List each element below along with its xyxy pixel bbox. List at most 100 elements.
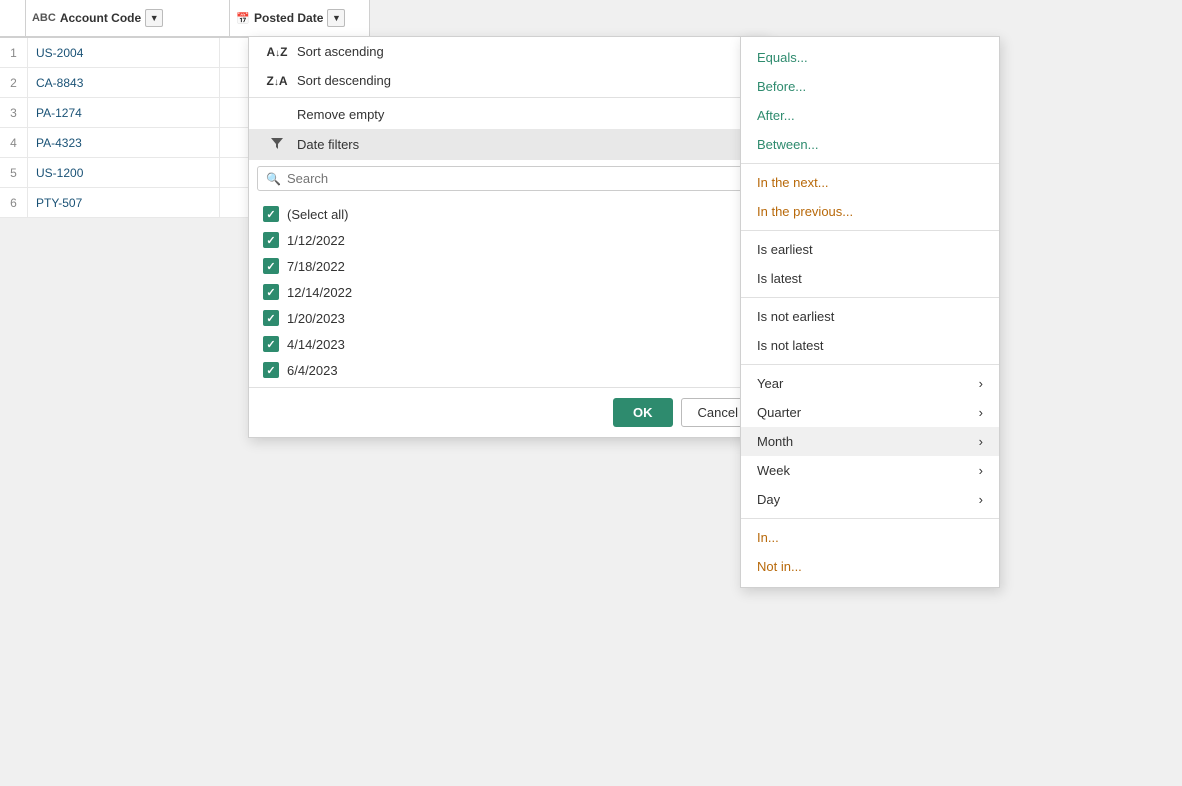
week-arrow-icon: › bbox=[979, 463, 983, 478]
row-num-header bbox=[0, 0, 26, 36]
cell-account: US-1200 bbox=[28, 158, 220, 187]
submenu-sep-1 bbox=[741, 163, 999, 164]
quarter-arrow-icon: › bbox=[979, 405, 983, 420]
is-latest-label: Is latest bbox=[757, 271, 802, 286]
checkbox-icon-date-4: ✓ bbox=[263, 310, 279, 326]
sort-descending-label: Sort descending bbox=[297, 73, 391, 88]
is-earliest-label: Is earliest bbox=[757, 242, 813, 257]
date-filters-item[interactable]: Date filters › bbox=[249, 129, 767, 160]
in-the-previous-label: In the previous... bbox=[757, 204, 853, 219]
not-in-label: Not in... bbox=[757, 559, 802, 574]
month-label: Month bbox=[757, 434, 793, 449]
quarter-item[interactable]: Quarter › bbox=[741, 398, 999, 427]
checkbox-select-all[interactable]: ✓ (Select all) bbox=[249, 201, 767, 227]
account-dropdown-btn[interactable]: ▼ bbox=[145, 9, 163, 27]
is-not-earliest-item[interactable]: Is not earliest bbox=[741, 302, 999, 331]
dialog-buttons: OK Cancel bbox=[249, 387, 767, 437]
quarter-label: Quarter bbox=[757, 405, 801, 420]
checkbox-date-4[interactable]: ✓ 1/20/2023 bbox=[249, 305, 767, 331]
cell-account: PA-1274 bbox=[28, 98, 220, 127]
day-item[interactable]: Day › bbox=[741, 485, 999, 514]
is-latest-item[interactable]: Is latest bbox=[741, 264, 999, 293]
is-not-earliest-label: Is not earliest bbox=[757, 309, 834, 324]
submenu-sep-2 bbox=[741, 230, 999, 231]
equals-item[interactable]: Equals... bbox=[741, 43, 999, 72]
date-label-5: 4/14/2023 bbox=[287, 337, 345, 352]
row-number: 4 bbox=[0, 128, 28, 157]
before-item[interactable]: Before... bbox=[741, 72, 999, 101]
after-label: After... bbox=[757, 108, 795, 123]
week-label: Week bbox=[757, 463, 790, 478]
year-label: Year bbox=[757, 376, 783, 391]
date-label-3: 12/14/2022 bbox=[287, 285, 352, 300]
date-filter-funnel-icon bbox=[265, 136, 289, 153]
is-not-latest-item[interactable]: Is not latest bbox=[741, 331, 999, 360]
equals-label: Equals... bbox=[757, 50, 808, 65]
date-label-2: 7/18/2022 bbox=[287, 259, 345, 274]
checkbox-date-6[interactable]: ✓ 6/4/2023 bbox=[249, 357, 767, 383]
posted-date-label: Posted Date bbox=[254, 11, 323, 25]
table-header: ABC Account Code ▼ 📅 Posted Date ▼ bbox=[0, 0, 370, 38]
not-in-item[interactable]: Not in... bbox=[741, 552, 999, 581]
checkbox-icon-date-1: ✓ bbox=[263, 232, 279, 248]
day-arrow-icon: › bbox=[979, 492, 983, 507]
cell-account: PTY-507 bbox=[28, 188, 220, 217]
after-item[interactable]: After... bbox=[741, 101, 999, 130]
in-item[interactable]: In... bbox=[741, 523, 999, 552]
date-label-1: 1/12/2022 bbox=[287, 233, 345, 248]
date-label-4: 1/20/2023 bbox=[287, 311, 345, 326]
submenu-sep-5 bbox=[741, 518, 999, 519]
between-label: Between... bbox=[757, 137, 818, 152]
week-item[interactable]: Week › bbox=[741, 456, 999, 485]
day-label: Day bbox=[757, 492, 780, 507]
cell-account: US-2004 bbox=[28, 38, 220, 67]
checkbox-date-1[interactable]: ✓ 1/12/2022 bbox=[249, 227, 767, 253]
checkbox-icon-date-3: ✓ bbox=[263, 284, 279, 300]
search-box: 🔍 bbox=[257, 166, 759, 191]
is-not-latest-label: Is not latest bbox=[757, 338, 823, 353]
submenu-sep-3 bbox=[741, 297, 999, 298]
menu-separator-1 bbox=[249, 97, 767, 98]
is-earliest-item[interactable]: Is earliest bbox=[741, 235, 999, 264]
checkbox-icon-date-5: ✓ bbox=[263, 336, 279, 352]
month-item[interactable]: Month › bbox=[741, 427, 999, 456]
remove-empty-item[interactable]: Remove empty bbox=[249, 100, 767, 129]
checkbox-date-2[interactable]: ✓ 7/18/2022 bbox=[249, 253, 767, 279]
submenu-sep-4 bbox=[741, 364, 999, 365]
checkbox-icon-select-all: ✓ bbox=[263, 206, 279, 222]
checkbox-date-3[interactable]: ✓ 12/14/2022 bbox=[249, 279, 767, 305]
posted-date-header[interactable]: 📅 Posted Date ▼ bbox=[230, 0, 370, 36]
row-number: 6 bbox=[0, 188, 28, 217]
in-the-next-label: In the next... bbox=[757, 175, 829, 190]
sort-ascending-item[interactable]: A↓Z Sort ascending bbox=[249, 37, 767, 66]
account-code-label: Account Code bbox=[60, 11, 141, 25]
search-icon: 🔍 bbox=[266, 172, 281, 186]
account-code-header[interactable]: ABC Account Code ▼ bbox=[26, 0, 230, 36]
row-number: 1 bbox=[0, 38, 28, 67]
checkbox-icon-date-6: ✓ bbox=[263, 362, 279, 378]
text-type-icon: ABC bbox=[32, 12, 56, 24]
sort-descending-item[interactable]: Z↓A Sort descending bbox=[249, 66, 767, 95]
date-filters-submenu: Equals... Before... After... Between... … bbox=[740, 36, 1000, 588]
checkbox-icon-date-2: ✓ bbox=[263, 258, 279, 274]
search-input[interactable] bbox=[287, 171, 750, 186]
year-item[interactable]: Year › bbox=[741, 369, 999, 398]
checkbox-list: ✓ (Select all) ✓ 1/12/2022 ✓ 7/18/2022 ✓… bbox=[249, 197, 767, 387]
checkbox-date-5[interactable]: ✓ 4/14/2023 bbox=[249, 331, 767, 357]
cell-account: PA-4323 bbox=[28, 128, 220, 157]
row-number: 5 bbox=[0, 158, 28, 187]
sort-asc-icon: A↓Z bbox=[265, 45, 289, 59]
between-item[interactable]: Between... bbox=[741, 130, 999, 159]
date-type-icon: 📅 bbox=[236, 12, 250, 25]
date-filters-label: Date filters bbox=[297, 137, 359, 152]
select-all-label: (Select all) bbox=[287, 207, 348, 222]
in-the-previous-item[interactable]: In the previous... bbox=[741, 197, 999, 226]
ok-button[interactable]: OK bbox=[613, 398, 673, 427]
in-the-next-item[interactable]: In the next... bbox=[741, 168, 999, 197]
sort-desc-icon: Z↓A bbox=[265, 74, 289, 88]
posted-date-dropdown-btn[interactable]: ▼ bbox=[327, 9, 345, 27]
year-arrow-icon: › bbox=[979, 376, 983, 391]
cell-account: CA-8843 bbox=[28, 68, 220, 97]
sort-ascending-label: Sort ascending bbox=[297, 44, 384, 59]
row-number: 3 bbox=[0, 98, 28, 127]
